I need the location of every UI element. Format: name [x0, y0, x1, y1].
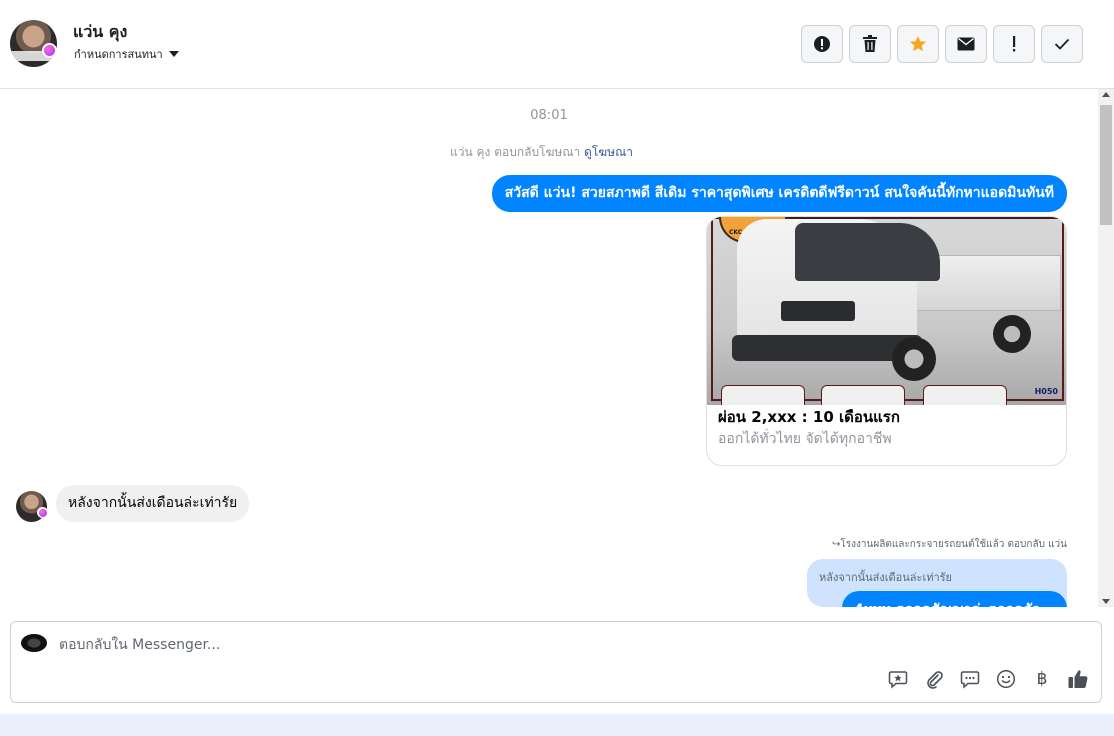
ad-card-title: ผ่อน 2,xxx : 10 เดือนแรก [718, 408, 900, 426]
assign-conversation-dropdown[interactable]: กำหนดการสนทนา [74, 45, 179, 63]
check-icon [1054, 38, 1070, 50]
ad-image[interactable]: CKC 2 CAR.COM H050 [707, 217, 1066, 405]
messenger-inbox: แว่น คุง กำหนดการสนทนา 08:01 แว่น คุง ตอ… [0, 0, 1114, 736]
contact-name[interactable]: แว่น คุง [73, 20, 127, 45]
star-button[interactable] [897, 25, 939, 63]
paperclip-icon [927, 671, 943, 689]
mark-done-button[interactable] [1041, 25, 1083, 63]
caret-down-icon [168, 51, 179, 57]
reply-input[interactable] [59, 635, 959, 655]
message-composer: ฿ [10, 621, 1102, 703]
scroll-down-icon[interactable] [1102, 599, 1110, 604]
reply-to-ad-notice: แว่น คุง ตอบกลับโฆษณา ดูโฆษณา [0, 143, 1083, 162]
message-timestamp: 08:01 [530, 108, 568, 123]
payment-button[interactable]: ฿ [1031, 668, 1053, 690]
vehicle-code: H050 [1034, 387, 1058, 396]
messenger-badge-icon [37, 507, 48, 518]
baht-icon: ฿ [1036, 669, 1048, 689]
bottom-panel-edge [0, 714, 1114, 736]
chat-bubble-icon [960, 671, 980, 689]
trash-icon [863, 35, 877, 52]
mark-unread-button[interactable] [945, 25, 987, 63]
quoted-text: หลังจากนั้นส่งเดือนล่ะเท่ารัย [819, 571, 952, 584]
delete-button[interactable] [849, 25, 891, 63]
messenger-badge-icon [42, 43, 57, 58]
scroll-up-icon[interactable] [1102, 92, 1110, 97]
ad-card-subtitle: ออกได้ทั่วไทย จัดได้ทุกอาชีพ [718, 431, 892, 447]
page-avatar [21, 634, 47, 652]
assign-label: กำหนดการสนทนา [74, 48, 163, 61]
envelope-icon [957, 37, 975, 51]
view-ad-link[interactable]: ดูโฆษณา [584, 145, 633, 159]
emoji-button[interactable] [995, 668, 1017, 690]
like-button[interactable] [1067, 668, 1089, 690]
emoji-icon [996, 669, 1016, 689]
outgoing-message-bubble[interactable]: สวัสดี แว่น! สวยสภาพดี สีเดิม ราคาสุดพิเ… [491, 175, 1067, 212]
message-thread[interactable]: 08:01 แว่น คุง ตอบกลับโฆษณา ดูโฆษณา สวัส… [0, 89, 1098, 607]
ad-card[interactable]: CKC 2 CAR.COM H050 ผ่อน 2,xxx : 10 เดือน… [706, 216, 1067, 466]
thumbs-up-icon [1068, 670, 1088, 689]
thread-scrollbar[interactable] [1098, 89, 1114, 607]
scroll-thumb[interactable] [1100, 105, 1112, 225]
conversation-header: แว่น คุง กำหนดการสนทนา [0, 0, 1114, 89]
quick-reply-button[interactable] [959, 668, 981, 690]
attach-file-button[interactable] [923, 668, 945, 690]
mark-spam-button[interactable] [801, 25, 843, 63]
outgoing-reply-bubble[interactable]: 4xxx ตลอดสัญญาค่ะตลอดตัว [842, 591, 1067, 607]
alert-circle-icon [814, 36, 830, 52]
composer-toolbar: ฿ [887, 668, 1089, 690]
reply-ad-text: แว่น คุง ตอบกลับโฆษณา [450, 145, 581, 159]
saved-reply-icon [888, 671, 908, 689]
exclamation-icon [1013, 36, 1016, 52]
incoming-message-bubble[interactable]: หลังจากนั้นส่งเดือนล่ะเท่ารัย [56, 485, 250, 522]
reply-meta-text: โรงงานผลิตและกระจายรถยนต์ใช้แล้ว ตอบกลับ… [840, 539, 1067, 550]
follow-up-button[interactable] [993, 25, 1035, 63]
star-icon [910, 36, 926, 52]
reply-meta: ↪โรงงานผลิตและกระจายรถยนต์ใช้แล้ว ตอบกลั… [832, 537, 1067, 552]
saved-reply-button[interactable] [887, 668, 909, 690]
conversation-toolbar [801, 25, 1083, 63]
